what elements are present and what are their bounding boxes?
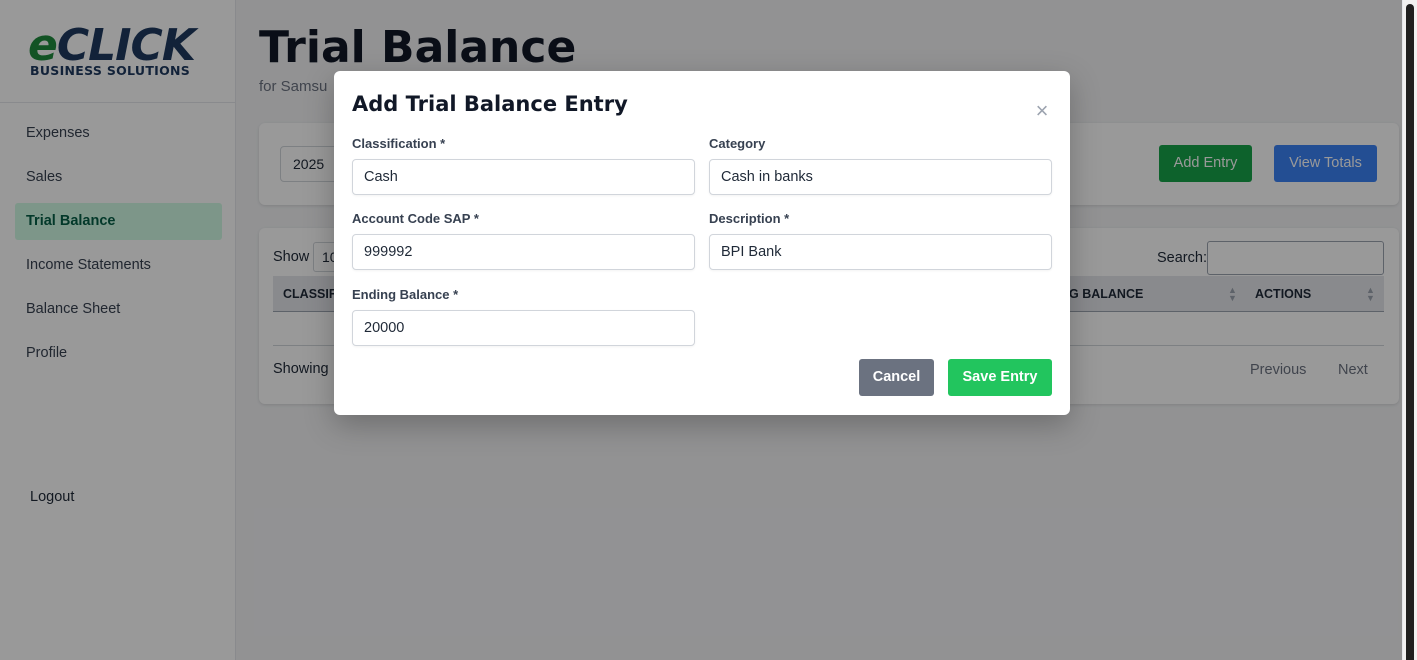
category-input[interactable]: Cash in banks <box>709 159 1052 195</box>
category-label: Category <box>709 136 766 151</box>
scrollbar[interactable] <box>1402 0 1417 660</box>
ending-balance-label: Ending Balance * <box>352 287 459 302</box>
description-input[interactable]: BPI Bank <box>709 234 1052 270</box>
close-icon[interactable]: × <box>1033 98 1051 124</box>
save-entry-button[interactable]: Save Entry <box>948 359 1052 396</box>
description-label: Description * <box>709 211 790 226</box>
classification-label: Classification * <box>352 136 446 151</box>
cancel-button[interactable]: Cancel <box>859 359 934 396</box>
scrollbar-thumb[interactable] <box>1406 4 1414 660</box>
ending-balance-input[interactable]: 20000 <box>352 310 695 346</box>
classification-input[interactable]: Cash <box>352 159 695 195</box>
account-code-input[interactable]: 999992 <box>352 234 695 270</box>
account-code-label: Account Code SAP * <box>352 211 479 226</box>
add-entry-modal: Add Trial Balance Entry × Classification… <box>334 71 1070 415</box>
modal-title: Add Trial Balance Entry <box>352 92 628 116</box>
